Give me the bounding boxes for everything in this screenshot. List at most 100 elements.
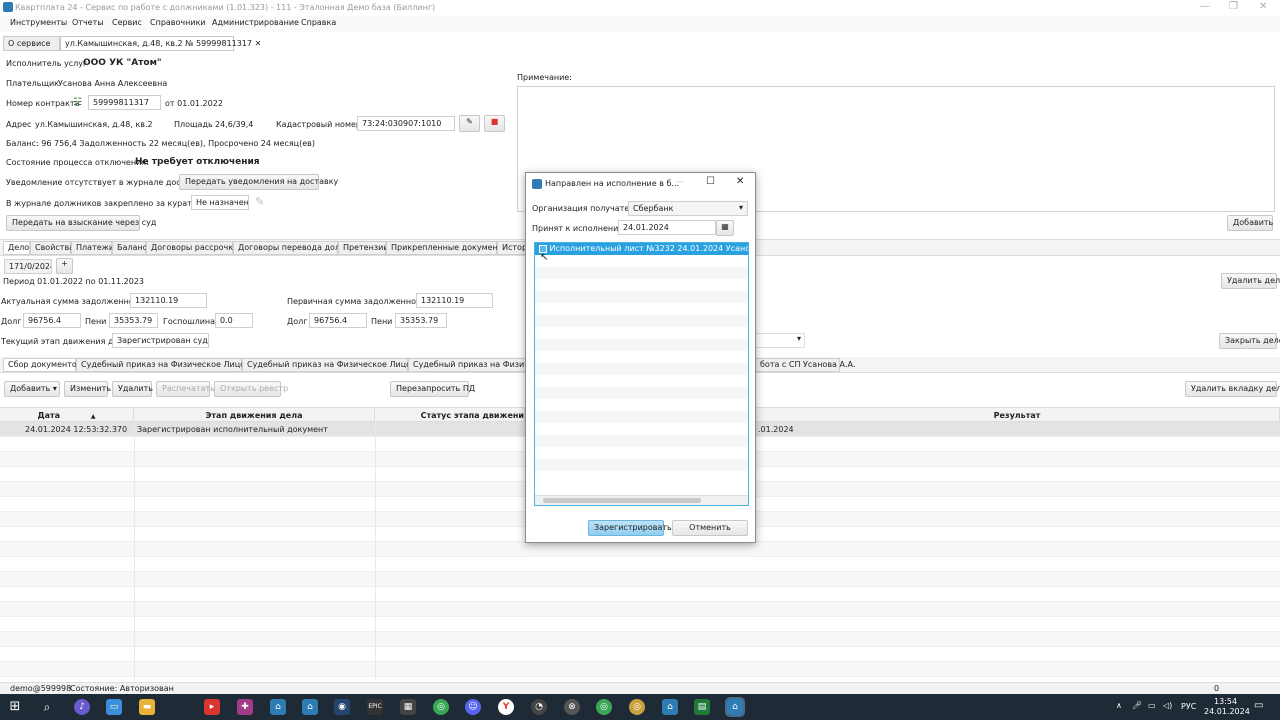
add-case-button[interactable]: +: [56, 258, 73, 274]
delete-tab-button[interactable]: Удалить вкладку дела: [1185, 381, 1280, 397]
table-row[interactable]: [0, 572, 1280, 587]
steam-icon[interactable]: ◉: [334, 699, 350, 715]
table-row[interactable]: [0, 542, 1280, 557]
table-row[interactable]: [0, 587, 1280, 602]
delete-stage-button[interactable]: Удалить: [112, 381, 153, 397]
menu-admin[interactable]: Администрирование: [212, 18, 299, 27]
rerequest-pd-button[interactable]: Перезапросить ПД: [390, 381, 475, 397]
stage-dropdown-arrow[interactable]: ▾: [755, 333, 805, 348]
tab-court-order-1[interactable]: Судебный приказ на Физическое Лицо 1.5.: [76, 358, 263, 372]
add-note-button[interactable]: Добавить: [1227, 215, 1273, 231]
notifications-icon[interactable]: ▭: [1254, 700, 1263, 711]
col-date[interactable]: Дата ▲: [0, 408, 134, 422]
tab-debt-transfer[interactable]: Договоры перевода долга: [233, 241, 349, 255]
list-item[interactable]: Исполнительный лист №3232 24.01.2024 Уса…: [535, 243, 748, 255]
open-registry-button[interactable]: Открыть реестр: [214, 381, 288, 397]
chrome2-icon[interactable]: ◎: [596, 699, 612, 715]
close-icon[interactable]: ✕: [1259, 1, 1267, 12]
col-status[interactable]: Статус этапа движени: [375, 408, 525, 422]
actual-sum-field[interactable]: 132110.19: [130, 293, 207, 308]
search-icon[interactable]: ⌕: [39, 699, 55, 715]
print-button[interactable]: Распечатать: [156, 381, 215, 397]
register-button[interactable]: Зарегистрировать: [588, 520, 672, 536]
kvartplata-app-icon[interactable]: ⌂: [270, 699, 286, 715]
dialog-close-icon[interactable]: ✕: [736, 176, 744, 187]
minimize-icon[interactable]: —: [1200, 1, 1210, 12]
org-select[interactable]: Сбербанк ▾: [628, 201, 748, 216]
scrollbar-thumb[interactable]: [543, 498, 701, 503]
monitor-app-icon[interactable]: ▭: [106, 699, 122, 715]
tab-installments[interactable]: Договоры рассрочки: [146, 241, 238, 255]
primary-sum-field[interactable]: 132110.19: [416, 293, 493, 308]
chrome3-icon[interactable]: ◎: [629, 699, 645, 715]
tab-history[interactable]: Истор: [497, 241, 527, 255]
chrome-icon[interactable]: ◎: [433, 699, 449, 715]
peni-field[interactable]: 35353.79: [109, 313, 158, 328]
cancel-button[interactable]: Отменить: [672, 520, 748, 536]
clock-date[interactable]: 24.01.2024: [1204, 707, 1250, 716]
epic-games-icon[interactable]: EPIC: [367, 699, 383, 715]
edit-pencil-button[interactable]: ✎: [459, 115, 480, 132]
language-indicator[interactable]: РУС: [1181, 702, 1196, 711]
dialog-minimize-icon[interactable]: —: [676, 177, 684, 186]
horizontal-scrollbar[interactable]: [535, 495, 748, 505]
menu-service[interactable]: Сервис: [112, 18, 142, 27]
delete-cadastre-button[interactable]: ■: [484, 115, 505, 132]
tab-case[interactable]: Дело: [3, 241, 30, 255]
writs-list[interactable]: Исполнительный лист №3232 24.01.2024 Уса…: [534, 242, 749, 506]
contract-number-field[interactable]: 59999811317: [88, 95, 161, 110]
menu-directories[interactable]: Справочники: [150, 18, 206, 27]
tab-work-sp[interactable]: бота с СП Усанова А.А.: [755, 358, 856, 372]
media-app-icon[interactable]: ▸: [204, 699, 220, 715]
debt-field[interactable]: 96756.4: [23, 313, 81, 328]
kvartplata-active-icon[interactable]: ⌂: [725, 697, 745, 717]
restore-icon[interactable]: ❐: [1229, 1, 1238, 12]
yandex-icon[interactable]: Y: [498, 699, 514, 715]
court-button[interactable]: Передать на взыскание через суд: [6, 215, 156, 231]
xbox-icon[interactable]: ⊗: [564, 699, 580, 715]
tab-court-order-2[interactable]: Судебный приказ на Физическое Лицо 2.5.: [242, 358, 429, 372]
stage-field[interactable]: Зарегистрирован судебн: [112, 333, 209, 348]
table-row[interactable]: [0, 662, 1280, 677]
tab-properties[interactable]: Свойства: [30, 241, 74, 255]
tab-about[interactable]: О сервисе: [3, 36, 60, 51]
microphone-icon[interactable]: 🎤︎: [1132, 701, 1142, 710]
accepted-date-field[interactable]: 24.01.2024: [618, 220, 716, 235]
menu-reports[interactable]: Отчеты: [72, 18, 104, 27]
clapper-icon[interactable]: ▦: [400, 699, 416, 715]
folder-icon[interactable]: ▬: [139, 699, 155, 715]
contract-list-icon[interactable]: ☷: [73, 97, 82, 108]
peni2-field[interactable]: 35353.79: [395, 313, 447, 328]
delete-case-button[interactable]: Удалить дело: [1221, 273, 1280, 289]
table-row[interactable]: [0, 557, 1280, 572]
close-case-button[interactable]: Закрыть дело: [1219, 333, 1280, 349]
col-stage[interactable]: Этап движения дела: [134, 408, 375, 422]
curator-edit-icon[interactable]: ✎: [255, 195, 264, 208]
music-app-icon[interactable]: ♪: [74, 699, 90, 715]
network-icon[interactable]: ▭: [1148, 701, 1156, 710]
tab-close-icon[interactable]: ✕: [255, 39, 262, 48]
case-number-tab[interactable]: 171/0/2024: [4, 259, 52, 274]
send-notification-button[interactable]: Передать уведомления на доставку: [179, 174, 338, 190]
calendar-button[interactable]: ▦: [716, 220, 734, 236]
tab-payments[interactable]: Платежи: [71, 241, 114, 255]
tab-record[interactable]: ул.Камышинская, д.48, кв.2 № 59999811317…: [60, 36, 261, 51]
table-row[interactable]: [0, 617, 1280, 632]
speed-app-icon[interactable]: ◔: [531, 699, 547, 715]
table-row[interactable]: [0, 602, 1280, 617]
menu-tools[interactable]: Инструменты: [10, 18, 67, 27]
clock-time[interactable]: 13:54: [1214, 697, 1237, 706]
menu-help[interactable]: Справка: [301, 18, 336, 27]
edit-stage-button[interactable]: Изменить: [64, 381, 111, 397]
kvartplata-app3-icon[interactable]: ⌂: [662, 699, 678, 715]
tab-balance[interactable]: Баланс: [112, 241, 147, 255]
tool-app-icon[interactable]: ✚: [237, 699, 253, 715]
volume-icon[interactable]: ◁): [1163, 701, 1172, 710]
tab-collect-docs[interactable]: Сбор документов: [3, 358, 81, 372]
add-stage-button[interactable]: Добавить ▾: [4, 381, 60, 397]
windows-start-icon[interactable]: ⊞: [7, 699, 23, 715]
tray-chevron-icon[interactable]: ∧: [1116, 701, 1122, 710]
dialog-maximize-icon[interactable]: ☐: [706, 176, 715, 187]
tab-claims[interactable]: Претензии: [338, 241, 388, 255]
cadastre-field[interactable]: 73:24:030907:1010: [357, 116, 455, 131]
